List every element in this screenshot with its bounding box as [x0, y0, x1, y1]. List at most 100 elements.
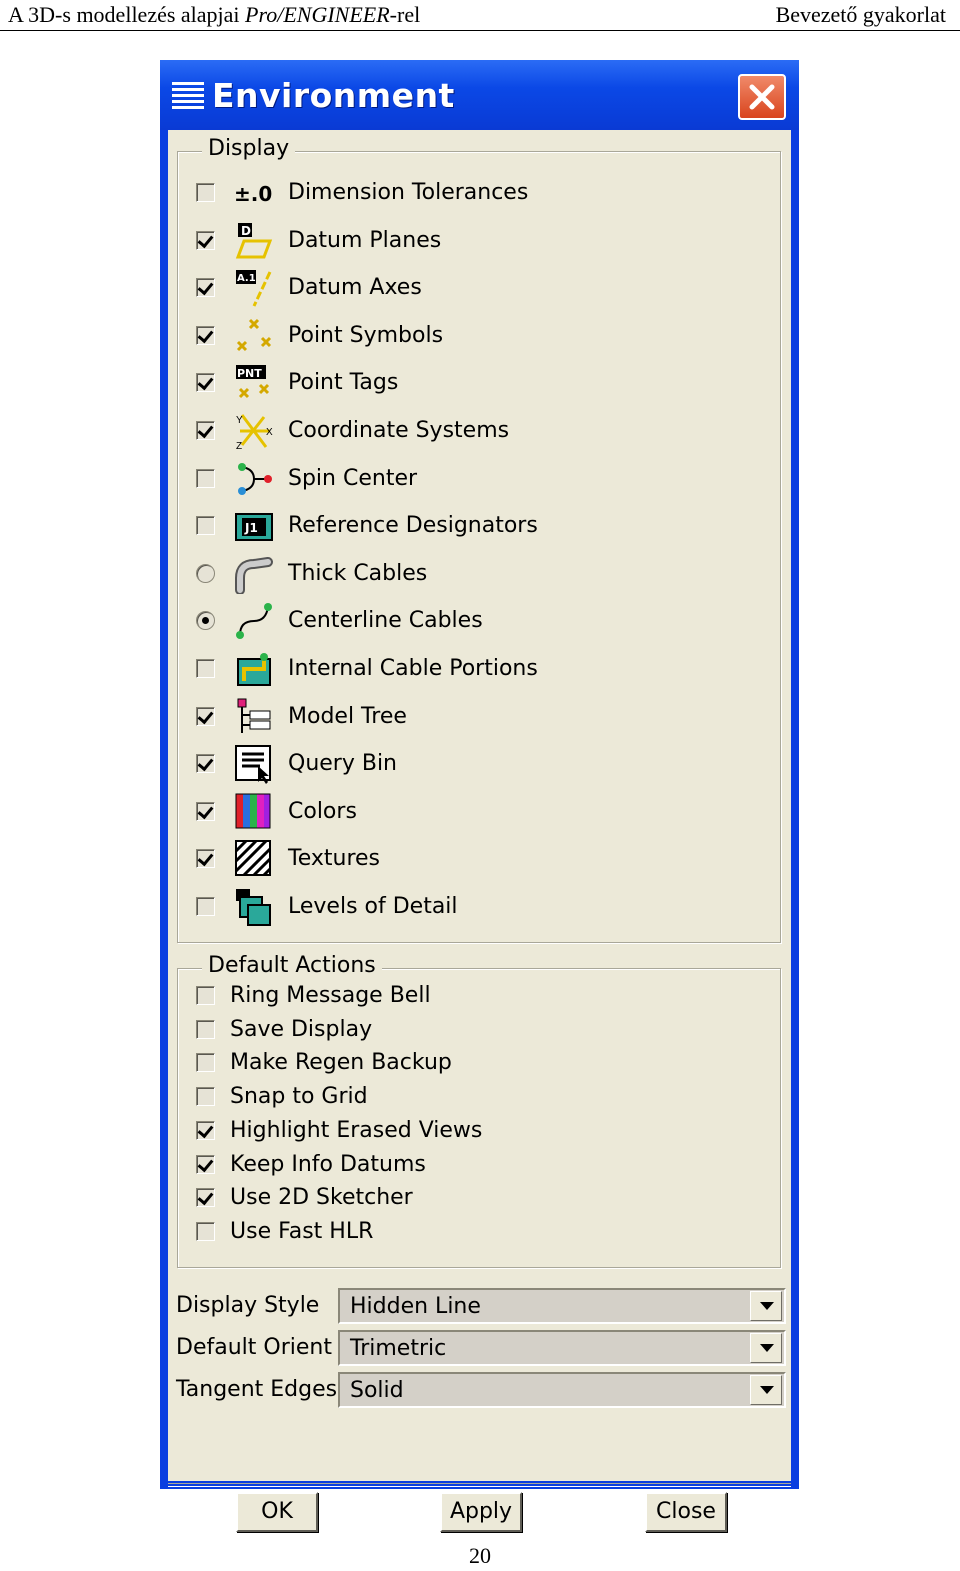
- svg-text:X: X: [266, 427, 273, 438]
- default-action-row[interactable]: Use Fast HLR: [196, 1216, 756, 1248]
- display-option-label: Textures: [288, 846, 380, 871]
- titlebar[interactable]: Environment: [160, 60, 799, 130]
- display-option-row[interactable]: Point Symbols: [196, 316, 756, 356]
- point-symbols-icon: [236, 318, 272, 352]
- display-option-label: Query Bin: [288, 751, 398, 776]
- spin-center-icon: [238, 463, 272, 495]
- display-option-row[interactable]: A.1 Datum Axes: [196, 268, 756, 308]
- default-action-row[interactable]: Make Regen Backup: [196, 1047, 756, 1079]
- display-option-label: Datum Planes: [288, 228, 442, 253]
- checkbox[interactable]: [196, 1087, 215, 1106]
- default-action-label: Highlight Erased Views: [230, 1118, 483, 1143]
- checkbox[interactable]: [196, 707, 215, 726]
- default-action-row[interactable]: Snap to Grid: [196, 1081, 756, 1113]
- checkbox[interactable]: [196, 231, 215, 250]
- display-option-row[interactable]: Centerline Cables: [196, 601, 756, 641]
- display-option-row[interactable]: J1 Reference Designators: [196, 506, 756, 546]
- display-option-label: Centerline Cables: [288, 608, 483, 633]
- checkbox[interactable]: [196, 897, 215, 916]
- display-option-row[interactable]: Levels of Detail: [196, 887, 756, 927]
- default-action-row[interactable]: Ring Message Bell: [196, 980, 756, 1012]
- svg-text:J1: J1: [244, 521, 258, 535]
- thick-cable-icon: [235, 557, 273, 594]
- dialog-client-area: Display ±.01 Dimension Tolerances D Datum P…: [168, 130, 791, 1532]
- display-option-row[interactable]: Model Tree: [196, 697, 756, 737]
- point-tags-icon: PNT: [236, 365, 270, 399]
- window-menu-icon[interactable]: [172, 82, 204, 116]
- checkbox[interactable]: [196, 754, 215, 773]
- display-option-label: Colors: [288, 799, 357, 824]
- checkbox[interactable]: [196, 1222, 215, 1241]
- checkbox[interactable]: [196, 278, 215, 297]
- checkbox[interactable]: [196, 516, 215, 535]
- default-action-row[interactable]: Highlight Erased Views: [196, 1115, 756, 1147]
- display-option-label: Datum Axes: [288, 275, 422, 300]
- display-option-label: Reference Designators: [288, 513, 538, 538]
- display-option-label: Coordinate Systems: [288, 418, 510, 443]
- checkbox[interactable]: [196, 421, 215, 440]
- checkbox[interactable]: [196, 1188, 215, 1207]
- checkbox[interactable]: [196, 183, 215, 202]
- checkbox[interactable]: [196, 373, 215, 392]
- default-orient-label: Default Orient: [176, 1335, 332, 1360]
- chevron-down-icon[interactable]: [750, 1333, 782, 1363]
- default-action-row[interactable]: Use 2D Sketcher: [196, 1182, 756, 1214]
- display-option-label: Internal Cable Portions: [288, 656, 538, 681]
- checkbox[interactable]: [196, 802, 215, 821]
- default-action-label: Use 2D Sketcher: [230, 1185, 413, 1210]
- document-header: A 3D-s modellezés alapjai Pro/ENGINEER-r…: [0, 0, 960, 31]
- svg-text:D: D: [241, 224, 251, 238]
- checkbox[interactable]: [196, 986, 215, 1005]
- default-orient-value: Trimetric: [350, 1336, 447, 1361]
- checkbox[interactable]: [196, 1053, 215, 1072]
- display-option-row[interactable]: Textures: [196, 839, 756, 879]
- colors-icon: [235, 793, 271, 829]
- levels-of-detail-icon: [236, 889, 271, 926]
- default-action-label: Snap to Grid: [230, 1084, 368, 1109]
- default-action-label: Make Regen Backup: [230, 1050, 452, 1075]
- display-option-row[interactable]: Internal Cable Portions: [196, 649, 756, 689]
- svg-text:Z: Z: [236, 441, 242, 451]
- default-action-row[interactable]: Save Display: [196, 1014, 756, 1046]
- display-group-title: Display: [202, 136, 296, 161]
- checkbox[interactable]: [196, 1020, 215, 1039]
- checkbox[interactable]: [196, 1121, 215, 1140]
- display-option-row[interactable]: Thick Cables: [196, 554, 756, 594]
- radio-button[interactable]: [196, 611, 215, 630]
- svg-text:Y: Y: [236, 415, 243, 426]
- display-style-value: Hidden Line: [350, 1294, 481, 1319]
- default-action-row[interactable]: Keep Info Datums: [196, 1149, 756, 1181]
- default-orient-select[interactable]: Trimetric: [338, 1330, 786, 1366]
- checkbox[interactable]: [196, 1155, 215, 1174]
- chevron-down-icon[interactable]: [750, 1291, 782, 1321]
- apply-button[interactable]: Apply: [440, 1492, 522, 1532]
- default-action-label: Ring Message Bell: [230, 983, 431, 1008]
- window-title: Environment: [212, 76, 455, 115]
- close-window-button[interactable]: [738, 74, 786, 120]
- centerline-cable-icon: [236, 603, 272, 639]
- document-header-title: A 3D-s modellezés alapjai Pro/ENGINEER-r…: [8, 2, 421, 27]
- display-option-label: Point Tags: [288, 370, 399, 395]
- display-option-row[interactable]: PNT Point Tags: [196, 363, 756, 403]
- close-button[interactable]: Close: [645, 1492, 727, 1532]
- ok-button[interactable]: OK: [236, 1492, 318, 1532]
- display-option-row[interactable]: Spin Center: [196, 459, 756, 499]
- checkbox[interactable]: [196, 849, 215, 868]
- tangent-edges-select[interactable]: Solid: [338, 1372, 786, 1408]
- display-option-row[interactable]: Query Bin: [196, 744, 756, 784]
- textures-icon: [234, 839, 272, 877]
- display-option-row[interactable]: Colors: [196, 792, 756, 832]
- display-option-row[interactable]: Y Z X Coordinate Systems: [196, 411, 756, 451]
- checkbox[interactable]: [196, 659, 215, 678]
- radio-button[interactable]: [196, 564, 215, 583]
- display-option-row[interactable]: ±.01 Dimension Tolerances: [196, 173, 756, 213]
- display-style-select[interactable]: Hidden Line: [338, 1288, 786, 1324]
- default-actions-group-title: Default Actions: [202, 953, 382, 978]
- checkbox[interactable]: [196, 469, 215, 488]
- display-option-label: Point Symbols: [288, 323, 444, 348]
- reference-designator-icon: J1: [235, 513, 273, 541]
- chevron-down-icon[interactable]: [750, 1375, 782, 1405]
- display-option-row[interactable]: D Datum Planes: [196, 221, 756, 261]
- default-action-label: Use Fast HLR: [230, 1219, 374, 1244]
- checkbox[interactable]: [196, 326, 215, 345]
